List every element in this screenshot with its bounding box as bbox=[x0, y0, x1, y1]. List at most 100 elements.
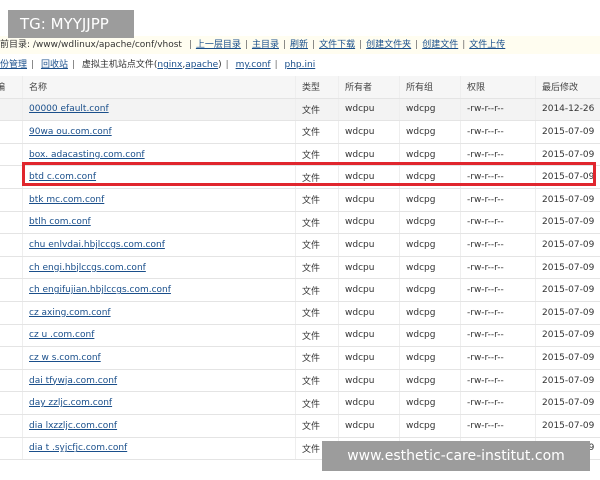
owner-cell: wdcpu bbox=[338, 391, 400, 415]
group-cell: wdcpg bbox=[399, 211, 461, 235]
file-link[interactable]: 00000 efault.conf bbox=[29, 104, 109, 114]
file-link[interactable]: 90wa ou.com.conf bbox=[29, 127, 112, 137]
file-name-link[interactable]: 00000 efault.conf bbox=[22, 98, 296, 122]
file-link[interactable]: dai tfywja.com.conf bbox=[29, 376, 117, 386]
toolbar-link[interactable]: 上一层目录 bbox=[196, 40, 241, 50]
col-type: 类型 bbox=[295, 76, 339, 99]
file-name-link[interactable]: day zzljc.com.conf bbox=[22, 391, 296, 415]
select-cell[interactable] bbox=[0, 391, 23, 415]
file-name-link[interactable]: 90wa ou.com.conf bbox=[22, 120, 296, 144]
select-cell[interactable] bbox=[0, 188, 23, 212]
type-cell: 文件 bbox=[295, 120, 339, 144]
toolbar-link[interactable]: 文件上传 bbox=[469, 40, 505, 50]
separator: | bbox=[359, 40, 363, 50]
table-row: btk mc.com.conf 文件 wdcpu wdcpg -rw-r--r-- 201… bbox=[0, 188, 600, 212]
select-cell[interactable] bbox=[0, 98, 23, 122]
toolbar-link[interactable]: 创建文件 bbox=[422, 40, 458, 50]
group-cell: wdcpg bbox=[399, 278, 461, 302]
file-link[interactable]: day zzljc.com.conf bbox=[29, 398, 112, 408]
file-link[interactable]: cz u .com.conf bbox=[29, 330, 94, 340]
col-edit: 编 bbox=[0, 76, 23, 99]
file-link[interactable]: dia lxzzljc.com.conf bbox=[29, 421, 117, 431]
select-cell[interactable] bbox=[0, 165, 23, 189]
perm-cell: -rw-r--r-- bbox=[460, 188, 536, 212]
file-link[interactable]: ch engifujian.hbjlccgs.com.conf bbox=[29, 285, 171, 295]
toolbar-link[interactable]: 文件下载 bbox=[319, 40, 355, 50]
perm-cell: -rw-r--r-- bbox=[460, 98, 536, 122]
nav-bar: 份管理 | 回收站 | 虚拟主机站点文件(nginx,apache) | my.con… bbox=[0, 60, 316, 70]
modified-cell: 2015-07-09 bbox=[535, 211, 600, 235]
file-link[interactable]: btlh com.conf bbox=[29, 217, 91, 227]
modified-cell: 2015-07-09 bbox=[535, 414, 600, 438]
table-header: 编 名称 类型 所有者 所有组 权限 最后修改 bbox=[0, 76, 600, 99]
toolbar-link[interactable]: 刷新 bbox=[290, 40, 308, 50]
file-link[interactable]: btk mc.com.conf bbox=[29, 195, 104, 205]
file-name-link[interactable]: cz axing.com.conf bbox=[22, 301, 296, 325]
select-cell[interactable] bbox=[0, 233, 23, 257]
table-row: cz w s.com.conf 文件 wdcpu wdcpg -rw-r--r-- 201… bbox=[0, 346, 600, 370]
owner-cell: wdcpu bbox=[338, 414, 400, 438]
file-name-link[interactable]: ch engi.hbjlccgs.com.conf bbox=[22, 256, 296, 280]
file-name-link[interactable]: chu enlvdai.hbjlccgs.com.conf bbox=[22, 233, 296, 257]
perm-cell: -rw-r--r-- bbox=[460, 301, 536, 325]
backup-link[interactable]: 份管理 bbox=[0, 60, 27, 70]
vhost-label: 虚拟主机站点文件( bbox=[81, 60, 158, 70]
select-cell[interactable] bbox=[0, 324, 23, 348]
col-group: 所有组 bbox=[399, 76, 461, 99]
file-name-link[interactable]: ch engifujian.hbjlccgs.com.conf bbox=[22, 278, 296, 302]
group-cell: wdcpg bbox=[399, 369, 461, 393]
select-cell[interactable] bbox=[0, 301, 23, 325]
perm-cell: -rw-r--r-- bbox=[460, 391, 536, 415]
modified-cell: 2015-07-09 bbox=[535, 188, 600, 212]
table-row: btlh com.conf 文件 wdcpu wdcpg -rw-r--r-- 2015-… bbox=[0, 211, 600, 235]
modified-cell: 2015-07-09 bbox=[535, 278, 600, 302]
group-cell: wdcpg bbox=[399, 324, 461, 348]
owner-cell: wdcpu bbox=[338, 324, 400, 348]
owner-cell: wdcpu bbox=[338, 278, 400, 302]
group-cell: wdcpg bbox=[399, 233, 461, 257]
select-cell[interactable] bbox=[0, 120, 23, 144]
file-name-link[interactable]: btlh com.conf bbox=[22, 211, 296, 235]
owner-cell: wdcpu bbox=[338, 233, 400, 257]
file-link[interactable]: cz w s.com.conf bbox=[29, 353, 101, 363]
file-name-link[interactable]: dai tfywja.com.conf bbox=[22, 369, 296, 393]
file-name-link[interactable]: btk mc.com.conf bbox=[22, 188, 296, 212]
file-link[interactable]: box. adacasting.com.conf bbox=[29, 150, 145, 160]
table-row: dia lxzzljc.com.conf 文件 wdcpu wdcpg -rw-r--r… bbox=[0, 414, 600, 438]
group-cell: wdcpg bbox=[399, 391, 461, 415]
file-link[interactable]: chu enlvdai.hbjlccgs.com.conf bbox=[29, 240, 165, 250]
type-cell: 文件 bbox=[295, 324, 339, 348]
owner-cell: wdcpu bbox=[338, 256, 400, 280]
nginx-link[interactable]: nginx bbox=[157, 60, 182, 70]
file-name-link[interactable]: cz w s.com.conf bbox=[22, 346, 296, 370]
file-link[interactable]: ch engi.hbjlccgs.com.conf bbox=[29, 263, 146, 273]
select-cell[interactable] bbox=[0, 437, 23, 461]
select-cell[interactable] bbox=[0, 143, 23, 167]
file-name-link[interactable]: cz u .com.conf bbox=[22, 324, 296, 348]
phpini-link[interactable]: php.ini bbox=[285, 60, 316, 70]
file-link[interactable]: cz axing.com.conf bbox=[29, 308, 111, 318]
perm-cell: -rw-r--r-- bbox=[460, 233, 536, 257]
separator: | bbox=[282, 40, 287, 50]
select-cell[interactable] bbox=[0, 346, 23, 370]
select-cell[interactable] bbox=[0, 278, 23, 302]
myconf-link[interactable]: my.conf bbox=[236, 60, 271, 70]
col-owner: 所有者 bbox=[338, 76, 400, 99]
apache-link[interactable]: apache bbox=[185, 60, 218, 70]
select-cell[interactable] bbox=[0, 211, 23, 235]
select-cell[interactable] bbox=[0, 414, 23, 438]
toolbar-link[interactable]: 创建文件夹 bbox=[366, 40, 411, 50]
file-link[interactable]: dia t .syjcfjc.com.conf bbox=[29, 443, 127, 453]
file-name-link[interactable]: dia lxzzljc.com.conf bbox=[22, 414, 296, 438]
select-cell[interactable] bbox=[0, 256, 23, 280]
separator: | bbox=[244, 40, 248, 50]
file-name-link[interactable]: dia t .syjcfjc.com.conf bbox=[22, 437, 296, 461]
type-cell: 文件 bbox=[295, 278, 339, 302]
type-cell: 文件 bbox=[295, 301, 339, 325]
recycle-link[interactable]: 回收站 bbox=[41, 60, 68, 70]
type-cell: 文件 bbox=[295, 391, 339, 415]
toolbar-link[interactable]: 主目录 bbox=[252, 40, 279, 50]
modified-cell: 2015-07-09 bbox=[535, 256, 600, 280]
table-row: 00000 efault.conf 文件 wdcpu wdcpg -rw-r--r-- 2… bbox=[0, 98, 600, 122]
select-cell[interactable] bbox=[0, 369, 23, 393]
